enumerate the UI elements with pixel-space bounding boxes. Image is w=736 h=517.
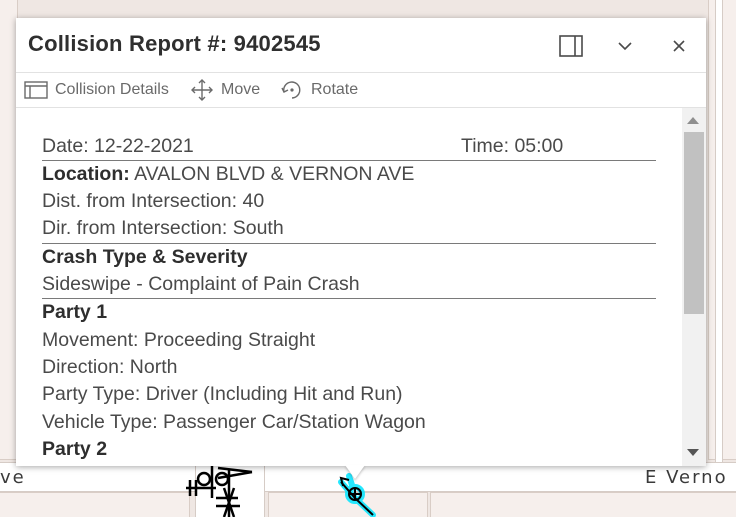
road — [715, 0, 723, 462]
scroll-down-arrow[interactable] — [687, 449, 699, 456]
report-direction-from: Dir. from Intersection: South — [42, 217, 284, 239]
scroll-up-arrow[interactable] — [687, 117, 699, 124]
report-time: Time: 05:00 — [461, 135, 564, 157]
rotate-icon — [281, 81, 301, 99]
party1-heading: Party 1 — [42, 301, 107, 324]
close-button[interactable] — [665, 32, 693, 60]
chevron-down-icon — [618, 42, 632, 51]
move-label: Move — [221, 81, 261, 98]
rotate-button[interactable]: Rotate — [280, 73, 358, 107]
vertical-scrollbar[interactable] — [682, 108, 706, 466]
popup-header: Collision Report #: 9402545 — [16, 18, 706, 72]
popup-toolbar: Collision Details Move Rotate — [16, 72, 706, 108]
crash-type-value: Sideswipe - Complaint of Pain Crash — [42, 273, 360, 295]
party1-type: Party Type: Driver (Including Hit and Ru… — [42, 383, 403, 405]
street-label-left: ve — [0, 467, 26, 488]
move-arrows-icon — [191, 79, 213, 101]
report-date: Date: 12-22-2021 — [42, 135, 194, 157]
collision-cluster-icon[interactable] — [176, 458, 266, 517]
report-content[interactable]: Date: 12-22-2021 Time: 05:00 Location: A… — [16, 108, 682, 466]
collapse-button[interactable] — [611, 32, 639, 60]
popup-title: Collision Report #: 9402545 — [28, 31, 321, 56]
close-icon — [673, 40, 685, 52]
dock-side-icon — [559, 35, 583, 57]
divider — [42, 160, 656, 161]
map-block — [0, 492, 190, 517]
location-value: AVALON BLVD & VERNON AVE — [129, 163, 415, 185]
report-distance: Dist. from Intersection: 40 — [42, 190, 265, 212]
panel-icon — [24, 81, 48, 99]
dock-button[interactable] — [557, 32, 585, 60]
location-label: Location: — [42, 163, 130, 185]
rotate-label: Rotate — [311, 81, 359, 98]
map-block — [430, 492, 736, 517]
street-label-right: E Verno — [645, 467, 728, 488]
collision-details-label: Collision Details — [55, 81, 169, 98]
party1-heading-text: Party 1 — [42, 301, 108, 323]
party2-heading-text: Party 2 — [42, 438, 108, 460]
divider — [42, 243, 656, 244]
collision-details-button[interactable]: Collision Details — [24, 73, 169, 107]
move-button[interactable]: Move — [190, 73, 260, 107]
collision-popup: Collision Report #: 9402545 Collision De… — [16, 18, 706, 466]
crash-type-heading: Crash Type & Severity — [42, 246, 248, 269]
popup-pointer — [345, 465, 365, 479]
party1-direction: Direction: North — [42, 356, 178, 378]
scroll-thumb[interactable] — [684, 132, 704, 314]
report-location: Location: AVALON BLVD & VERNON AVE — [42, 163, 414, 186]
divider — [42, 298, 656, 299]
party2-heading: Party 2 — [42, 438, 107, 461]
party1-movement: Movement: Proceeding Straight — [42, 329, 316, 351]
crash-type-heading-text: Crash Type & Severity — [42, 246, 248, 268]
party1-vehicle: Vehicle Type: Passenger Car/Station Wago… — [42, 411, 426, 433]
